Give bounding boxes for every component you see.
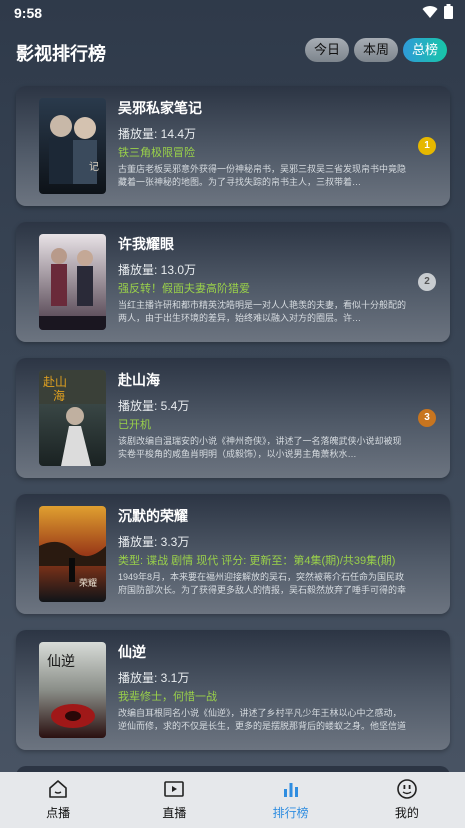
rank-badge: 1 xyxy=(418,137,436,155)
poster-image: 记 xyxy=(39,98,106,194)
ranking-card[interactable]: 荣耀 沉默的荣耀 播放量: 3.3万 类型: 谍战 剧情 现代 评分: 更新至：… xyxy=(16,494,450,614)
header: 影视排行榜 今日 本周 总榜 xyxy=(0,30,465,74)
nav-label: 排行榜 xyxy=(272,806,309,820)
status-time: 9:58 xyxy=(14,5,43,21)
status-icons xyxy=(422,4,453,19)
poster-image: 仙逆 xyxy=(39,642,106,738)
show-tagline: 已开机 xyxy=(118,419,151,431)
show-description: 该剧改编自温瑞安的小说《神州奇侠》，讲述了一名落魄武侠小说却被现实卷平梭角的咸鱼… xyxy=(118,436,402,459)
nav-label: 我的 xyxy=(394,806,419,820)
tab-this-week[interactable]: 本周 xyxy=(353,38,398,62)
show-tagline: 铁三角极限冒险 xyxy=(118,147,195,159)
svg-text:海: 海 xyxy=(53,388,65,403)
show-description: 当红主播许研和都市精英沈皓明是一对人人艳羡的夫妻，看似十分般配的两人，由于出生环… xyxy=(118,300,407,323)
play-count: 播放量: 3.1万 xyxy=(118,671,190,685)
play-count: 播放量: 14.4万 xyxy=(118,127,197,141)
svg-text:记: 记 xyxy=(89,161,99,173)
smile-icon xyxy=(397,779,417,799)
tab-today[interactable]: 今日 xyxy=(304,38,349,62)
card-info: 吴邪私家笔记 播放量: 14.4万 铁三角极限冒险 古董店老板吴邪意外获得一份神… xyxy=(118,98,408,189)
page-title: 影视排行榜 xyxy=(16,44,106,64)
rank-badge: 3 xyxy=(418,409,436,427)
card-info: 赴山海 播放量: 5.4万 已开机 该剧改编自温瑞安的小说《神州奇侠》，讲述了一… xyxy=(118,370,408,461)
bottom-nav: 点播 直播 排行榜 我的 xyxy=(0,772,465,828)
play-icon xyxy=(164,781,185,797)
card-info: 沉默的荣耀 播放量: 3.3万 类型: 谍战 剧情 现代 评分: 更新至：第4集… xyxy=(118,506,408,597)
show-title: 许我耀眼 xyxy=(118,236,174,252)
card-info: 仙逆 播放量: 3.1万 我辈修士，何惜一战 改编自耳根同名小说《仙逆》，讲述了… xyxy=(118,642,408,733)
tab-all-time[interactable]: 总榜 xyxy=(402,38,447,62)
poster-image xyxy=(39,234,106,330)
ranking-card[interactable]: 仙逆 仙逆 播放量: 3.1万 我辈修士，何惜一战 改编自耳根同名小说《仙逆》，… xyxy=(16,630,450,750)
nav-label: 点播 xyxy=(46,806,71,820)
ranking-card[interactable]: 记 吴邪私家笔记 播放量: 14.4万 铁三角极限冒险 古董店老板吴邪意外获得一… xyxy=(16,86,450,206)
show-title: 仙逆 xyxy=(118,644,146,660)
show-title: 吴邪私家笔记 xyxy=(118,100,202,116)
status-bar: 9:58 xyxy=(0,0,465,26)
svg-text:仙逆: 仙逆 xyxy=(47,654,75,670)
show-description: 1949年8月，本来要在福州迎接解放的吴石，突然被蒋介石任命为国民政府国防部次长… xyxy=(118,572,407,595)
nav-label: 直播 xyxy=(162,806,187,820)
show-title: 赴山海 xyxy=(118,372,160,388)
ranking-card[interactable]: 赴山 海 赴山海 播放量: 5.4万 已开机 该剧改编自温瑞安的小说《神州奇侠》… xyxy=(16,358,450,478)
show-description: 古董店老板吴邪意外获得一份神秘帛书，吴邪三叔吴三省发现帛书中竟隐藏着一张神秘的地… xyxy=(118,164,407,187)
poster-image: 荣耀 xyxy=(39,506,106,602)
wifi-icon xyxy=(422,5,438,18)
show-description: 改编自耳根同名小说《仙逆》，讲述了乡村平凡少年王林以心中之感动，逆仙而修，求的不… xyxy=(118,708,407,731)
show-tagline: 强反转！假面夫妻高阶猎爱 xyxy=(118,283,250,295)
bar-chart-icon xyxy=(283,783,298,797)
nav-item-live[interactable]: 直播 xyxy=(116,772,232,828)
svg-text:赴山: 赴山 xyxy=(43,375,67,389)
rank-badge: 2 xyxy=(418,273,436,291)
nav-item-mine[interactable]: 我的 xyxy=(349,772,465,828)
poster-image: 赴山 海 xyxy=(39,370,106,466)
battery-icon xyxy=(444,4,453,19)
ranking-card[interactable]: 许我耀眼 播放量: 13.0万 强反转！假面夫妻高阶猎爱 当红主播许研和都市精英… xyxy=(16,222,450,342)
show-title: 沉默的荣耀 xyxy=(118,508,188,524)
play-count: 播放量: 5.4万 xyxy=(118,399,190,413)
home-icon xyxy=(49,780,67,798)
show-tagline: 我辈修士，何惜一战 xyxy=(118,691,217,703)
card-info: 许我耀眼 播放量: 13.0万 强反转！假面夫妻高阶猎爱 当红主播许研和都市精英… xyxy=(118,234,408,325)
show-tagline: 类型: 谍战 剧情 现代 评分: 更新至：第4集(期)/共39集(期) xyxy=(118,555,396,567)
ranking-tabs: 今日 本周 总榜 xyxy=(304,38,447,62)
play-count: 播放量: 13.0万 xyxy=(118,263,197,277)
play-count: 播放量: 3.3万 xyxy=(118,535,190,549)
nav-item-vod[interactable]: 点播 xyxy=(0,772,116,828)
nav-item-ranking[interactable]: 排行榜 xyxy=(233,772,349,828)
svg-text:荣耀: 荣耀 xyxy=(79,577,97,589)
